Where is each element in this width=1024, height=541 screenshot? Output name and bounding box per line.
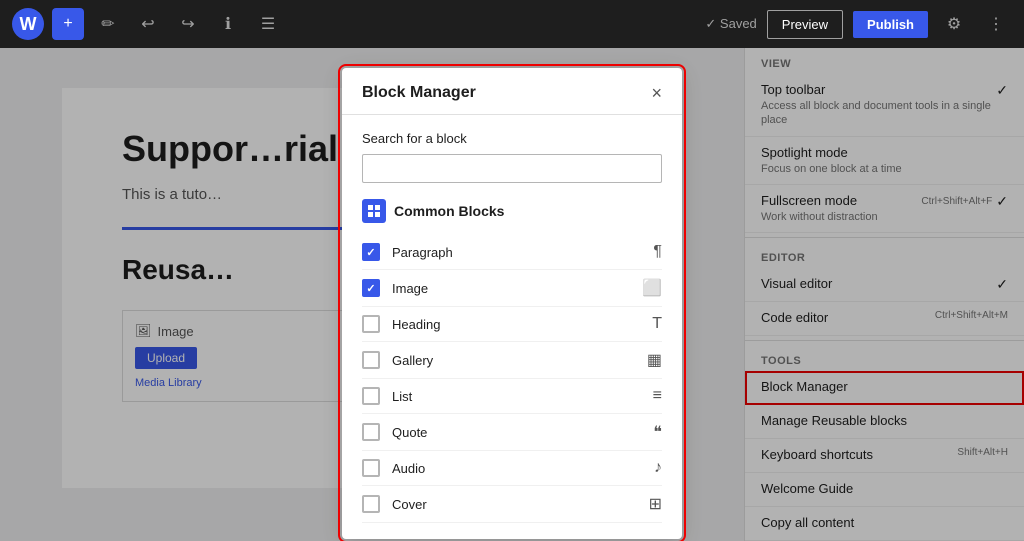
block-list: Paragraph¶Image⬜HeadingTGallery▦List≡Quo… <box>362 235 662 523</box>
block-checkbox-heading[interactable] <box>362 315 380 333</box>
block-item[interactable]: Paragraph¶ <box>362 235 662 270</box>
search-label: Search for a block <box>362 131 662 146</box>
block-type-icon-list: ≡ <box>653 387 662 405</box>
block-checkbox-quote[interactable] <box>362 423 380 441</box>
modal-body: Search for a block Common Blocks Paragra… <box>342 115 682 539</box>
block-checkbox-cover[interactable] <box>362 495 380 513</box>
block-type-icon-audio: ♪ <box>654 459 662 477</box>
common-blocks-icon <box>362 199 386 223</box>
block-item[interactable]: Quote❝ <box>362 414 662 451</box>
preview-button[interactable]: Preview <box>767 10 843 39</box>
common-blocks-title: Common Blocks <box>394 203 504 219</box>
block-item[interactable]: Gallery▦ <box>362 342 662 379</box>
modal-overlay: Block Manager × Search for a block Commo… <box>0 48 1024 541</box>
block-item[interactable]: Cover⊞ <box>362 486 662 523</box>
block-type-icon-cover: ⊞ <box>649 494 662 514</box>
add-block-button[interactable]: + <box>52 8 84 40</box>
search-input[interactable] <box>362 154 662 183</box>
block-name-audio: Audio <box>392 461 654 476</box>
top-toolbar: W + ✏ ↩ ↪ ℹ ☰ ✓ Saved Preview Publish ⚙ … <box>0 0 1024 48</box>
block-checkbox-audio[interactable] <box>362 459 380 477</box>
block-checkbox-paragraph[interactable] <box>362 243 380 261</box>
block-type-icon-image: ⬜ <box>642 278 662 298</box>
top-bar-right: ✓ Saved Preview Publish ⚙ ⋮ <box>705 8 1012 40</box>
publish-button[interactable]: Publish <box>853 11 928 38</box>
block-item[interactable]: List≡ <box>362 379 662 414</box>
block-name-cover: Cover <box>392 497 649 512</box>
more-options-button[interactable]: ⋮ <box>980 8 1012 40</box>
block-name-list: List <box>392 389 653 404</box>
modal-close-button[interactable]: × <box>651 84 662 102</box>
settings-icon-button[interactable]: ⚙ <box>938 8 970 40</box>
block-checkbox-gallery[interactable] <box>362 351 380 369</box>
modal-header: Block Manager × <box>342 68 682 115</box>
list-view-button[interactable]: ☰ <box>252 8 284 40</box>
redo-button[interactable]: ↪ <box>172 8 204 40</box>
block-manager-modal: Block Manager × Search for a block Commo… <box>342 68 682 539</box>
saved-status: ✓ Saved <box>705 16 756 32</box>
block-item[interactable]: Audio♪ <box>362 451 662 486</box>
block-checkbox-list[interactable] <box>362 387 380 405</box>
modal-title: Block Manager <box>362 84 476 102</box>
block-type-icon-paragraph: ¶ <box>653 243 662 261</box>
block-item[interactable]: Image⬜ <box>362 270 662 307</box>
block-type-icon-quote: ❝ <box>653 422 662 442</box>
block-name-paragraph: Paragraph <box>392 245 653 260</box>
block-type-icon-heading: T <box>652 315 662 333</box>
common-blocks-header: Common Blocks <box>362 199 662 223</box>
block-checkbox-image[interactable] <box>362 279 380 297</box>
block-name-gallery: Gallery <box>392 353 647 368</box>
block-name-quote: Quote <box>392 425 653 440</box>
block-item[interactable]: HeadingT <box>362 307 662 342</box>
block-name-image: Image <box>392 281 642 296</box>
wp-logo: W <box>12 8 44 40</box>
info-button[interactable]: ℹ <box>212 8 244 40</box>
block-type-icon-gallery: ▦ <box>647 350 662 370</box>
block-name-heading: Heading <box>392 317 652 332</box>
undo-button[interactable]: ↩ <box>132 8 164 40</box>
edit-button[interactable]: ✏ <box>92 8 124 40</box>
